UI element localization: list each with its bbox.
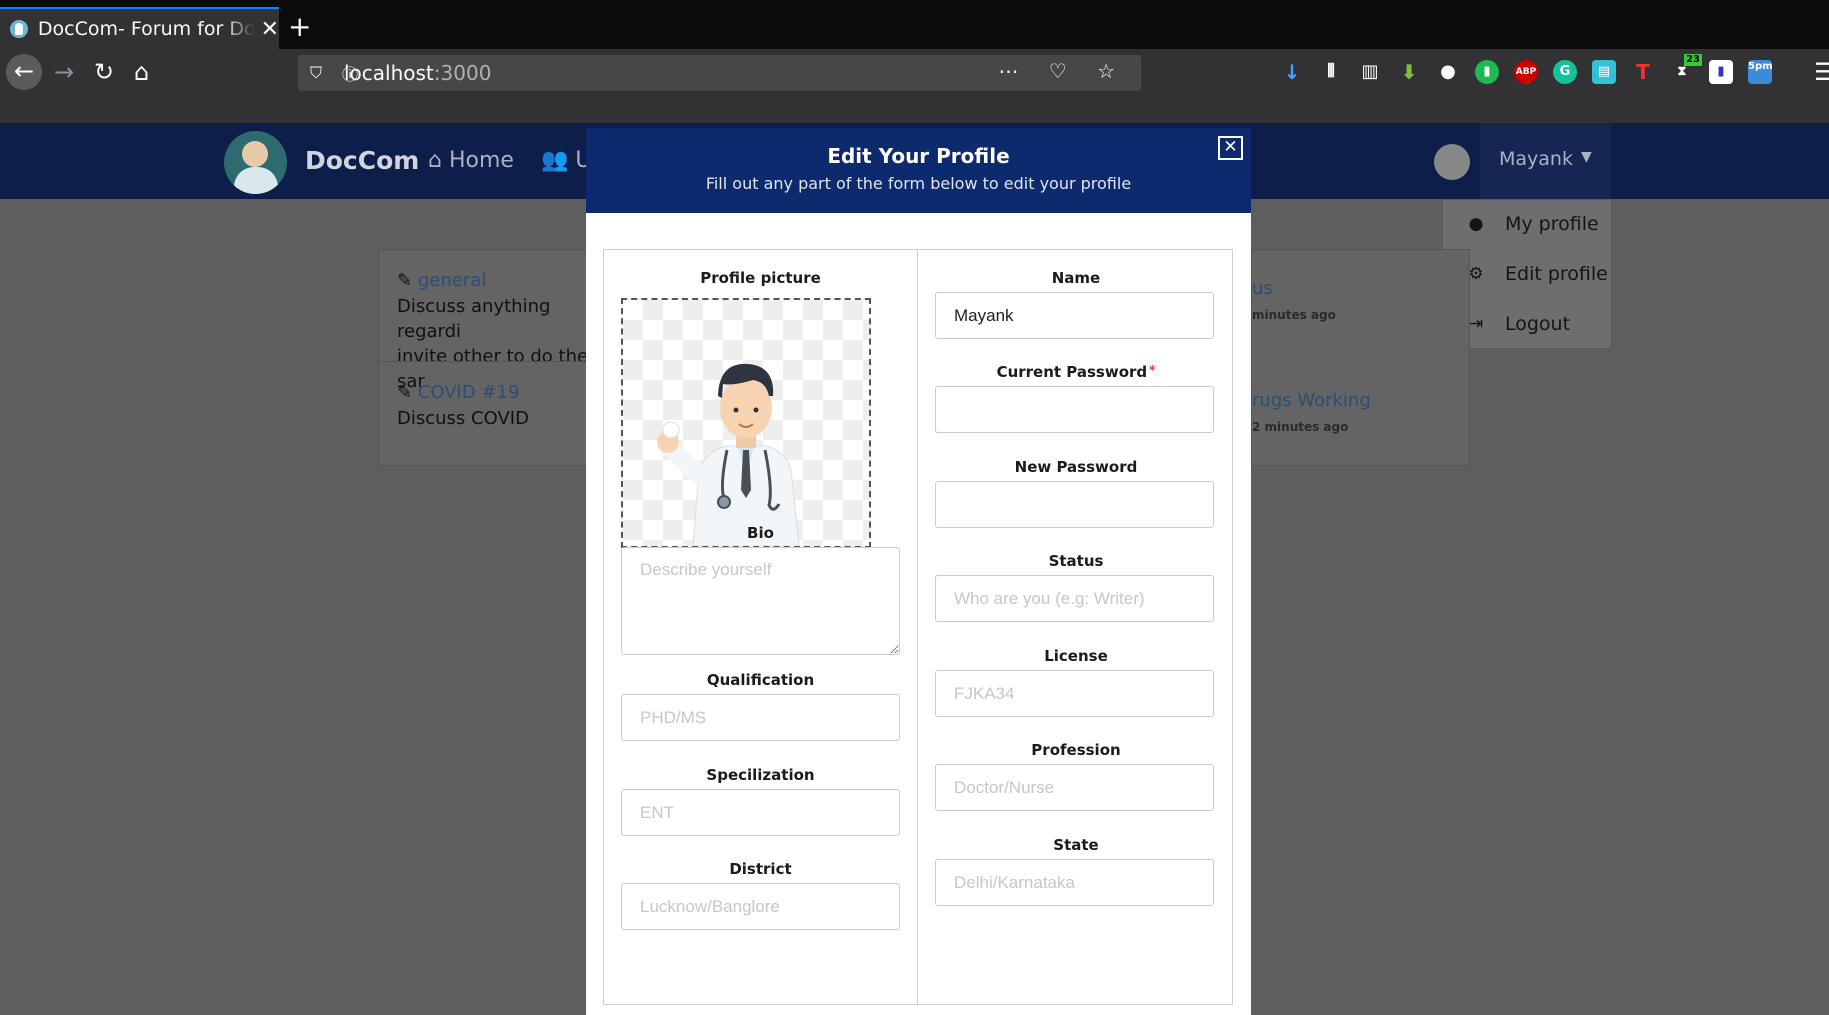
browser-tab[interactable]: DocCom- Forum for Doctors ✕ [0, 7, 279, 49]
counter-badge: 23 [1684, 54, 1702, 66]
user-avatar[interactable] [1434, 144, 1470, 180]
category-title: COVID #19 [417, 382, 520, 403]
nav-home-label: Home [448, 148, 514, 173]
url-port: :3000 [433, 61, 492, 85]
account-icon[interactable]: ● [1436, 60, 1460, 84]
current-password-input[interactable] [935, 386, 1214, 433]
download-icon[interactable]: ↓ [1280, 60, 1304, 84]
edit-profile-modal: Edit Your Profile Fill out any part of t… [586, 128, 1251, 1015]
green-download-icon[interactable]: ⬇ [1397, 60, 1421, 84]
profession-label: Profession [1031, 741, 1121, 759]
brand-name[interactable]: DocCom [305, 146, 419, 175]
page-actions[interactable]: ⋯ ♡ ☆ [998, 59, 1127, 83]
specialization-label: Specilization [706, 766, 815, 784]
url-text: localhost:3000 [344, 61, 491, 85]
new-password-label: New Password [1014, 458, 1138, 476]
sidebar-icon[interactable]: ▥ [1358, 60, 1382, 84]
specialization-input[interactable] [621, 789, 900, 836]
favicon-icon [10, 20, 28, 38]
category-title: general [417, 270, 487, 291]
post-link[interactable]: us [1252, 278, 1273, 299]
nav-home-link[interactable]: ⌂ Home [428, 148, 514, 173]
district-input[interactable] [621, 883, 900, 930]
user-menu-toggle[interactable]: Mayank ▼ [1480, 123, 1611, 199]
home-icon[interactable]: ⌂ [134, 58, 149, 86]
forward-icon[interactable]: → [54, 58, 74, 86]
status-input[interactable] [935, 575, 1214, 622]
name-label: Name [1051, 269, 1101, 287]
doctor-avatar-image [657, 363, 800, 547]
shield-icon[interactable]: ⛉ [310, 63, 322, 83]
profile-picture-dropzone[interactable] [621, 298, 871, 548]
menu-item-my-profile[interactable]: ● My profile [1443, 204, 1611, 244]
profession-input[interactable] [935, 764, 1214, 811]
category-link-general[interactable]: ✎ general [397, 270, 486, 291]
modal-subtitle: Fill out any part of the form below to e… [705, 174, 1132, 193]
tab-close-button[interactable]: ✕ [261, 17, 279, 42]
edit-icon: ✎ [397, 270, 413, 291]
modal-title: Edit Your Profile [827, 144, 1010, 168]
menu-item-label: Logout [1505, 313, 1571, 335]
state-input[interactable] [935, 859, 1214, 906]
back-icon[interactable]: ← [6, 54, 42, 90]
caret-down-icon: ▼ [1581, 149, 1592, 165]
address-bar[interactable]: ⛉ ⓘ localhost:3000 ⋯ ♡ ☆ [298, 55, 1141, 91]
reload-icon[interactable]: ↻ [94, 58, 114, 86]
bio-textarea[interactable] [621, 547, 900, 655]
menu-item-label: Edit profile [1505, 263, 1608, 285]
library-icon[interactable]: ⫴ [1319, 60, 1343, 84]
card-divider [379, 361, 599, 362]
required-marker: * [1149, 363, 1156, 377]
users-nav-icon: 👥 [541, 148, 569, 173]
qualification-label: Qualification [706, 671, 815, 689]
current-password-text: Current Password [996, 363, 1148, 381]
categories-card: ✎ general Discuss anything regardi invite… [378, 249, 599, 466]
new-password-input[interactable] [935, 481, 1214, 528]
new-tab-button[interactable]: + [288, 10, 311, 43]
recent-posts-card: us minutes ago rugs Working 2 minutes ag… [1251, 249, 1470, 466]
profile-picture-label: Profile picture [700, 269, 821, 287]
category-description: Discuss anything regardi invite other to … [397, 294, 597, 394]
brand-logo[interactable] [224, 131, 287, 194]
hamburger-menu-icon[interactable]: ☰ [1814, 58, 1829, 86]
grammarly-icon[interactable]: G [1553, 60, 1577, 84]
post-link[interactable]: rugs Working [1252, 390, 1371, 411]
license-input[interactable] [935, 670, 1214, 717]
tab-title: DocCom- Forum for Doctors [37, 18, 255, 40]
qualification-input[interactable] [621, 694, 900, 741]
t-extension-icon[interactable]: T [1631, 60, 1655, 84]
category-description: Discuss COVID [397, 408, 529, 429]
user-name: Mayank [1499, 148, 1573, 170]
post-timestamp: minutes ago [1252, 308, 1336, 322]
clock-badge: 5pm [1748, 61, 1773, 72]
adblock-icon[interactable]: ABP [1514, 60, 1538, 84]
edit-icon: ✎ [397, 382, 413, 403]
category-link-covid[interactable]: ✎ COVID #19 [397, 382, 519, 403]
description-line: Discuss anything regardi [397, 296, 551, 342]
post-timestamp: 2 minutes ago [1252, 420, 1349, 434]
state-label: State [1053, 836, 1099, 854]
name-input[interactable] [935, 292, 1214, 339]
extension-toolbar: ↓ ⫴ ▥ ⬇ ● ▮ ABP G ▤ T ⧗ 23 ▮ 5pm [1280, 54, 1773, 84]
user-icon: ● [1468, 214, 1484, 234]
pause-extension-icon[interactable]: ▮ [1475, 60, 1499, 84]
save-extension-icon[interactable]: ▤ [1592, 60, 1616, 84]
license-label: License [1044, 647, 1108, 665]
current-password-label: Current Password * [918, 363, 1234, 381]
modal-header: Edit Your Profile Fill out any part of t… [586, 128, 1251, 213]
status-label: Status [1048, 552, 1104, 570]
chart-extension-icon[interactable]: ▮ [1709, 60, 1733, 84]
counter-extension-icon[interactable]: ⧗ 23 [1670, 54, 1702, 84]
clock-extension-icon[interactable]: 5pm [1748, 60, 1773, 84]
bio-label: Bio [747, 524, 774, 542]
home-nav-icon: ⌂ [428, 148, 442, 173]
district-label: District [729, 860, 792, 878]
info-icon[interactable]: ⓘ [342, 61, 358, 85]
menu-item-label: My profile [1505, 213, 1599, 235]
profile-form: Profile picture Bio Qualification [603, 249, 1234, 1006]
close-icon[interactable]: ✕ [1218, 136, 1243, 160]
browser-tab-strip: DocCom- Forum for Doctors ✕ + [0, 0, 1829, 49]
